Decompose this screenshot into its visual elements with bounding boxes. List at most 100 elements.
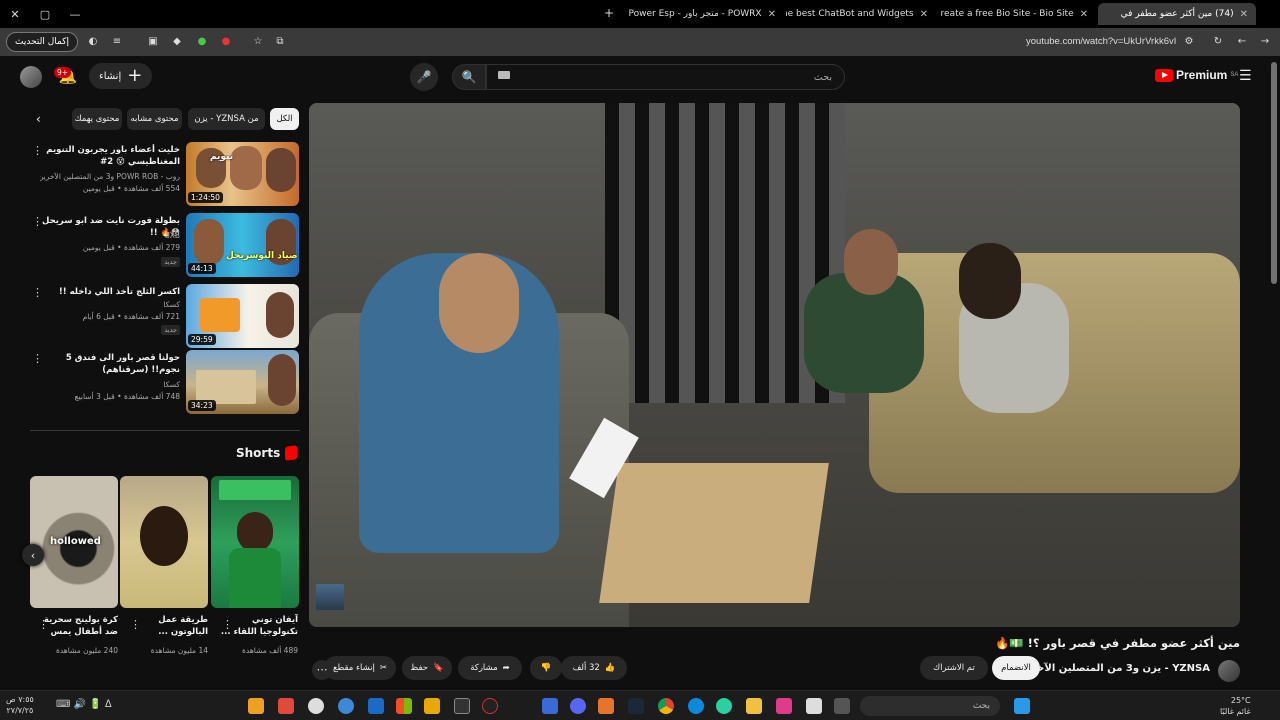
video-thumbnail[interactable]: 29:59: [186, 284, 299, 348]
app-icon[interactable]: [776, 698, 792, 714]
app-icon[interactable]: [368, 698, 384, 714]
save-button[interactable]: 🔖 حفظ: [402, 656, 452, 680]
screenshot-icon[interactable]: ⧉: [273, 35, 287, 49]
extension-icon[interactable]: ≡: [110, 35, 124, 49]
join-button[interactable]: الانضمام: [992, 656, 1040, 680]
chrome-icon[interactable]: [658, 698, 674, 714]
voice-search-icon[interactable]: 🎤: [410, 63, 438, 91]
more-actions-icon[interactable]: ⋮: [38, 618, 49, 631]
extension-icon[interactable]: ●: [219, 35, 233, 49]
keyboard-icon[interactable]: [498, 71, 510, 79]
reload-icon[interactable]: ↻: [1211, 35, 1225, 49]
app-icon[interactable]: [338, 698, 354, 714]
short-thumbnail[interactable]: hollowed: [30, 476, 118, 608]
update-button[interactable]: إكمال التحديث: [6, 32, 78, 52]
taskbar-clock[interactable]: ٧:٥٥ ص ٢٧/٧/٢٥: [6, 694, 34, 716]
share-button[interactable]: ➦ مشاركة: [458, 656, 522, 680]
app-icon[interactable]: [542, 698, 558, 714]
shorts-prev-arrow-icon[interactable]: ‹: [22, 544, 44, 566]
close-tab-icon[interactable]: ✕: [1080, 9, 1088, 20]
back-icon[interactable]: ←: [1235, 35, 1249, 49]
app-icon[interactable]: [278, 698, 294, 714]
taskbar-search-input[interactable]: بحث: [860, 696, 1000, 716]
extension-icon[interactable]: ◐: [86, 35, 100, 49]
like-button[interactable]: 👍 32 ألف: [561, 656, 627, 680]
short-thumbnail[interactable]: [211, 476, 299, 608]
more-actions-icon[interactable]: ⋮: [130, 618, 141, 631]
subscribed-button[interactable]: تم الاشتراك: [920, 656, 988, 680]
close-window-icon[interactable]: ✕: [0, 0, 30, 28]
channel-avatar[interactable]: [1218, 660, 1240, 682]
app-icon[interactable]: [454, 698, 470, 714]
maximize-window-icon[interactable]: ▢: [30, 0, 60, 28]
video-title[interactable]: اكسر الثلج تأخذ اللي داخله !!: [40, 286, 180, 298]
short-title[interactable]: كرة بولينج سحرية ضد أطفال يمس ...: [40, 614, 118, 640]
video-title[interactable]: حولنا قصر باور الى فندق 5 نجوم!! (سرقناه…: [40, 352, 180, 376]
app-icon[interactable]: [628, 698, 644, 714]
create-button[interactable]: + إنشاء: [89, 63, 153, 89]
search-input[interactable]: بحث: [486, 64, 845, 90]
minimize-window-icon[interactable]: —: [60, 0, 90, 28]
app-icon[interactable]: [834, 698, 850, 714]
app-icon[interactable]: [598, 698, 614, 714]
channel-name[interactable]: كسكا: [40, 300, 180, 309]
site-settings-icon[interactable]: ⚙: [1182, 35, 1196, 49]
channel-name[interactable]: روب - POWR ROB و3 من المتصلين الآخرين: [40, 172, 180, 181]
dislike-button[interactable]: 👎: [530, 656, 562, 680]
account-avatar[interactable]: [20, 66, 42, 88]
close-tab-icon[interactable]: ✕: [768, 9, 776, 20]
app-icon[interactable]: [482, 698, 498, 714]
app-icon[interactable]: [570, 698, 586, 714]
extension-icon[interactable]: ●: [195, 35, 209, 49]
page-scrollbar[interactable]: [1271, 62, 1277, 284]
channel-name-main[interactable]: YZNSA - يزن و3 من المتصلين الآخرين: [1018, 663, 1210, 674]
video-player[interactable]: [309, 103, 1240, 627]
forward-icon[interactable]: →: [1258, 35, 1272, 49]
address-bar[interactable]: youtube.com/watch?v=UkUrVrkk6vI: [1026, 36, 1176, 47]
windows-start-icon[interactable]: [1014, 698, 1030, 714]
video-title[interactable]: خليت أعضاء باور يجربون التنويم المغناطيس…: [40, 144, 180, 168]
file-explorer-icon[interactable]: [746, 698, 762, 714]
tab-youtube-active[interactable]: ✕ (74) مين أكثر عضو مطفر في: [1098, 3, 1256, 25]
recommendation-item[interactable]: صياد البوسريحل 44:13 ⋮ بطولة فورت نايت ض…: [30, 213, 300, 277]
new-tab-button[interactable]: +: [604, 6, 614, 20]
video-thumbnail[interactable]: 34:23: [186, 350, 299, 414]
video-thumbnail[interactable]: صياد البوسريحل 44:13: [186, 213, 299, 277]
app-icon[interactable]: [308, 698, 324, 714]
clip-button[interactable]: ✂ إنشاء مقطع: [324, 656, 396, 680]
more-actions-icon[interactable]: ⋯: [312, 660, 332, 680]
weather-widget[interactable]: 25°C غائم غالبًا: [1220, 695, 1251, 717]
video-thumbnail[interactable]: تنويم 1:24:50: [186, 142, 299, 206]
app-icon[interactable]: [396, 698, 412, 714]
tab-biosite[interactable]: ✕ Create a free Bio Site - Bio Site: [940, 3, 1096, 25]
tray-icons[interactable]: ⌨ 🔊 🔋 ᐃ: [56, 699, 112, 710]
close-tab-icon[interactable]: ✕: [1240, 9, 1248, 20]
search-icon[interactable]: 🔍: [452, 64, 486, 90]
channel-name[interactable]: كسكا: [40, 380, 180, 389]
chip-similar[interactable]: محتوى مشابه: [127, 108, 182, 130]
app-icon[interactable]: [424, 698, 440, 714]
short-thumbnail[interactable]: [120, 476, 208, 608]
channel-name[interactable]: SXB: [40, 231, 180, 240]
extension-icon[interactable]: ▣: [146, 35, 160, 49]
app-icon[interactable]: [688, 698, 704, 714]
tab-chatbot[interactable]: ✕ The best ChatBot and Widgets: [786, 3, 936, 25]
recommendation-item[interactable]: 29:59 ⋮ اكسر الثلج تأخذ اللي داخله !! كس…: [30, 284, 300, 348]
tab-powrx[interactable]: ✕ POWRX - متجر باور - Power Esp: [626, 3, 784, 25]
channel-watermark[interactable]: [316, 584, 344, 610]
app-icon[interactable]: [716, 698, 732, 714]
bookmark-star-icon[interactable]: ☆: [251, 35, 265, 49]
hamburger-menu-icon[interactable]: ☰: [1239, 69, 1253, 83]
app-icon[interactable]: [248, 698, 264, 714]
chip-from-channel[interactable]: من YZNSA - يزن: [188, 108, 265, 130]
chips-prev-arrow-icon[interactable]: ‹: [36, 112, 41, 126]
chip-personal[interactable]: محتوى يهمك: [72, 108, 122, 130]
app-icon[interactable]: [806, 698, 822, 714]
chip-all[interactable]: الكل: [270, 108, 299, 130]
extension-icon[interactable]: ◆: [170, 35, 184, 49]
close-tab-icon[interactable]: ✕: [920, 9, 928, 20]
short-title[interactable]: طريقة عمل البالوتون ...: [130, 614, 208, 638]
recommendation-item[interactable]: 34:23 ⋮ حولنا قصر باور الى فندق 5 نجوم!!…: [30, 350, 300, 414]
youtube-premium-logo[interactable]: Premium SA: [1155, 68, 1238, 82]
more-actions-icon[interactable]: ⋮: [222, 618, 233, 631]
